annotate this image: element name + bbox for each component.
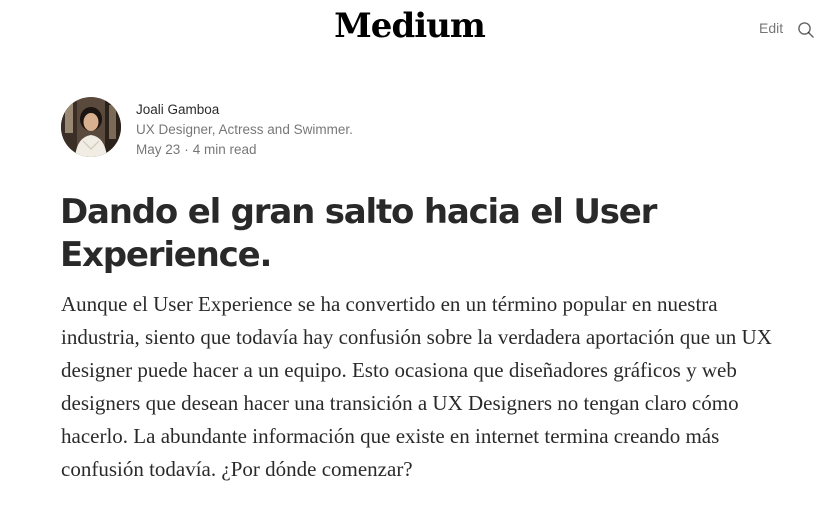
- article-title: Dando el gran salto hacia el User Experi…: [60, 192, 657, 275]
- search-icon[interactable]: [796, 20, 816, 40]
- post-date: May 23: [136, 142, 181, 157]
- post-meta: May 23 · 4 min read: [136, 140, 456, 160]
- author-avatar[interactable]: [61, 97, 121, 157]
- article-lead-paragraph: Aunque el User Experience se ha converti…: [61, 292, 772, 481]
- author-bio: UX Designer, Actress and Swimmer.: [136, 122, 353, 137]
- logo-container: Medium: [0, 4, 819, 48]
- author-info: Joali Gamboa UX Designer, Actress and Sw…: [136, 100, 456, 160]
- author-block: Joali Gamboa UX Designer, Actress and Sw…: [61, 97, 461, 157]
- top-navbar: Medium Edit: [0, 0, 819, 56]
- medium-logo[interactable]: Medium: [334, 4, 486, 48]
- read-time: 4 min read: [192, 142, 257, 157]
- meta-separator: ·: [184, 142, 189, 157]
- author-name[interactable]: Joali Gamboa: [136, 100, 219, 120]
- edit-link[interactable]: Edit: [759, 19, 783, 37]
